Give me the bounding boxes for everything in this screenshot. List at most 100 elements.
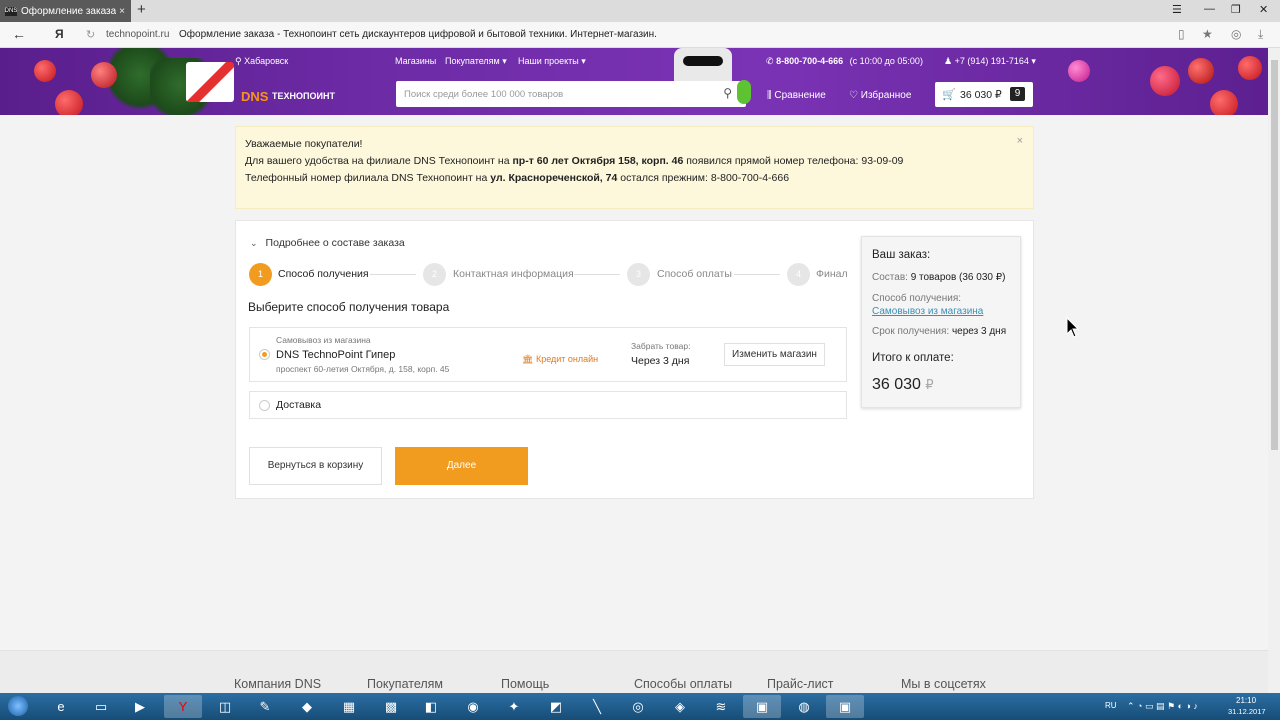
footer-pricelist[interactable]: Прайс-лист xyxy=(767,677,834,691)
delivery-option[interactable] xyxy=(249,391,847,419)
bookmark-page-icon[interactable]: ▯ xyxy=(1178,27,1185,41)
nav-projects[interactable]: Наши проекты ▾ xyxy=(518,56,586,67)
footer-company[interactable]: Компания DNS xyxy=(234,677,321,691)
credit-online-link[interactable]: 🏛 Кредит онлайн xyxy=(522,354,598,365)
tab-close-icon[interactable]: × xyxy=(116,6,128,17)
pickup-radio[interactable] xyxy=(259,349,270,360)
delivery-label: Доставка xyxy=(276,399,322,411)
window-close-button[interactable]: ✕ xyxy=(1259,3,1268,16)
step-1-circle: 1 xyxy=(249,263,272,286)
nav-buyers[interactable]: Покупателям ▾ xyxy=(445,56,507,67)
app-icon[interactable]: ✎ xyxy=(246,695,284,718)
calculator-icon[interactable]: ▦ xyxy=(330,695,368,718)
browser-tabstrip: DNS Оформление заказа - Те × + ☰ — ❐ ✕ xyxy=(0,0,1280,22)
app-icon[interactable]: ▣ xyxy=(826,695,864,718)
menu-icon[interactable]: ☰ xyxy=(1172,3,1182,16)
app-icon[interactable]: ◫ xyxy=(206,695,244,718)
app-icon[interactable]: ◉ xyxy=(454,695,492,718)
notice-heading: Уважаемые покупатели! xyxy=(245,138,363,150)
chevron-down-icon: ▾ xyxy=(1031,56,1036,66)
order-details-toggle[interactable]: ⌄ Подробнее о составе заказа xyxy=(250,237,405,249)
step-3-label: Способ оплаты xyxy=(657,268,732,280)
pickup-time-value: Через 3 дня xyxy=(631,355,690,367)
phone-number[interactable]: 8-800-700-4-666 xyxy=(776,56,843,66)
app-icon[interactable]: ◧ xyxy=(412,695,450,718)
composition-label: Состав: xyxy=(872,272,908,283)
notice-close-icon[interactable]: × xyxy=(1017,135,1023,147)
footer-buyers[interactable]: Покупателям xyxy=(367,677,443,691)
app-icon[interactable]: ▣ xyxy=(743,695,781,718)
notice-text: Для вашего удобства на филиале DNS Техно… xyxy=(245,155,513,167)
favorites-label: Избранное xyxy=(860,90,912,101)
footer-payment[interactable]: Способы оплаты xyxy=(634,677,732,691)
app-icon[interactable]: ◈ xyxy=(661,695,699,718)
scrollbar-thumb[interactable] xyxy=(1271,60,1278,450)
change-store-button[interactable]: Изменить магазин xyxy=(724,343,825,366)
search-icon[interactable]: ⚲ xyxy=(723,86,732,100)
star-icon[interactable]: ★ xyxy=(1202,27,1213,41)
app-icon[interactable]: ◆ xyxy=(288,695,326,718)
search-input[interactable]: Поиск среди более 100 000 товаров ⚲ xyxy=(396,81,746,107)
notice-text: Телефонный номер филиала DNS Технопоинт … xyxy=(245,172,491,184)
browser-tab[interactable]: DNS Оформление заказа - Те × xyxy=(0,0,131,22)
explorer-icon[interactable]: ▭ xyxy=(82,695,120,718)
app-icon[interactable]: ≋ xyxy=(702,695,740,718)
next-button[interactable]: Далее xyxy=(395,447,528,485)
app-icon[interactable]: ✦ xyxy=(495,695,533,718)
sunglasses-decoration xyxy=(683,56,723,66)
app-icon[interactable]: ◩ xyxy=(537,695,575,718)
reload-icon[interactable]: ↻ xyxy=(86,28,95,41)
ie-icon[interactable]: e xyxy=(42,695,80,718)
step-4-label: Финал xyxy=(816,268,848,280)
back-to-cart-button[interactable]: Вернуться в корзину xyxy=(249,447,382,485)
clock-date[interactable]: 31.12.2017 xyxy=(1228,707,1266,716)
compare-link[interactable]: ⫼ Сравнение xyxy=(767,90,826,101)
page-title-text: Оформление заказа - Технопоинт сеть диск… xyxy=(179,29,657,40)
gift-box-decoration xyxy=(186,62,234,102)
page-scrollbar[interactable] xyxy=(1268,48,1280,693)
logo-dns[interactable]: DNS xyxy=(241,89,268,104)
ornament-decoration xyxy=(1068,60,1090,82)
cart-button[interactable]: 🛒 36 030 ₽ 9 xyxy=(935,82,1033,107)
summary-total-label: Итого к оплате: xyxy=(872,352,954,364)
start-button[interactable] xyxy=(0,695,36,718)
city-selector[interactable]: ⚲ Хабаровск xyxy=(235,56,288,67)
url-text[interactable]: technopoint.ru xyxy=(106,29,169,40)
yandex-icon[interactable]: Я xyxy=(55,27,64,41)
windows-logo-icon xyxy=(8,696,28,716)
nav-stores[interactable]: Магазины xyxy=(395,56,436,66)
new-tab-button[interactable]: + xyxy=(137,2,146,18)
step-1-label: Способ получения xyxy=(278,268,369,280)
maximize-button[interactable]: ❐ xyxy=(1231,3,1241,16)
tray-icons[interactable]: ⌃ ◔ ▭ ▤ ⚑ ◐ ◑ ♪ xyxy=(1127,701,1198,712)
chrome-icon[interactable]: ◎ xyxy=(619,695,657,718)
app-icon[interactable]: ▩ xyxy=(372,695,410,718)
favorites-link[interactable]: ♡ Избранное xyxy=(849,90,911,101)
footer-help[interactable]: Помощь xyxy=(501,677,549,691)
app-icon[interactable]: ╲ xyxy=(578,695,616,718)
compare-icon: ⫼ xyxy=(767,90,772,101)
app-icon[interactable]: ◍ xyxy=(785,695,823,718)
user-icon: ♟ xyxy=(944,56,953,66)
logo-brand[interactable]: ТЕХНОПОИНТ xyxy=(272,91,335,101)
yandex-browser-icon[interactable]: Y xyxy=(164,695,202,718)
download-icon[interactable]: ⤓ xyxy=(1258,27,1263,42)
step-3-circle: 3 xyxy=(627,263,650,286)
address-bar: ← Я ↻ technopoint.ru Оформление заказа -… xyxy=(0,22,1280,48)
account-menu[interactable]: ♟ +7 (914) 191-7164 ▾ xyxy=(944,56,1036,67)
step-connector xyxy=(370,274,416,275)
step-2-circle: 2 xyxy=(423,263,446,286)
language-indicator[interactable]: RU xyxy=(1105,701,1117,710)
footer-social[interactable]: Мы в соцсетях xyxy=(901,677,986,691)
minimize-button[interactable]: — xyxy=(1204,3,1215,15)
back-arrow-icon[interactable]: ← xyxy=(12,26,26,42)
summary-method-link[interactable]: Самовывоз из магазина xyxy=(872,306,983,317)
mouse-cursor-icon xyxy=(1066,317,1080,338)
extensions-icon[interactable]: ◎ xyxy=(1231,27,1241,41)
clock-time[interactable]: 21:10 xyxy=(1236,696,1256,705)
media-player-icon[interactable]: ▶ xyxy=(121,695,159,718)
notice-address: пр-т 60 лет Октября 158, корп. 46 xyxy=(512,155,684,167)
phone-hours: (с 10:00 до 05:00) xyxy=(849,56,923,66)
cart-sum: 36 030 ₽ xyxy=(960,89,1002,101)
delivery-radio[interactable] xyxy=(259,400,270,411)
